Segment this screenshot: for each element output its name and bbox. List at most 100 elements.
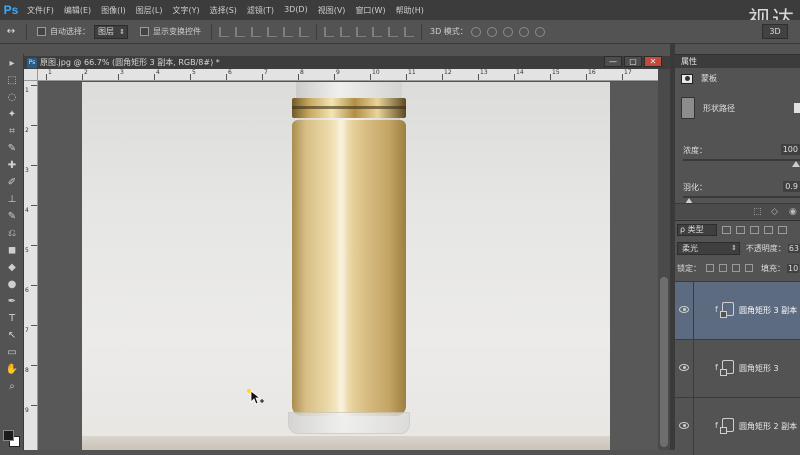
filter-type-icon[interactable]: [750, 226, 759, 234]
menu-item[interactable]: 文字(Y): [167, 5, 204, 16]
distribute-vcenter-icon[interactable]: [340, 26, 350, 37]
filter-pixel-icon[interactable]: [722, 226, 731, 234]
tool-button-icon[interactable]: ✦: [4, 108, 20, 122]
shape-path-thumbnail[interactable]: [681, 97, 695, 119]
tool-button-icon[interactable]: ◼: [4, 244, 20, 258]
layer-row[interactable]: f 圆角矩形 3: [675, 339, 800, 397]
lock-pixels-icon[interactable]: [719, 264, 727, 272]
properties-tab[interactable]: 属性: [675, 55, 800, 68]
menu-item[interactable]: 文件(F): [22, 5, 59, 16]
close-button[interactable]: ✕: [644, 56, 662, 67]
auto-select-dropdown[interactable]: 图层: [94, 24, 128, 39]
color-swatches[interactable]: [3, 430, 21, 448]
density-slider[interactable]: [683, 159, 800, 161]
density-slider-thumb[interactable]: [792, 161, 800, 167]
feather-slider[interactable]: [683, 196, 800, 198]
align-bottom-icon[interactable]: [251, 26, 261, 37]
vertical-ruler[interactable]: 1 2 3 4 5 6 7 8 9: [24, 81, 38, 450]
document-file-icon: Ps: [27, 57, 37, 68]
move-tool-preset-icon[interactable]: ↔: [0, 26, 22, 37]
tool-button-icon[interactable]: ◌: [4, 91, 20, 105]
menu-item[interactable]: 图像(I): [96, 5, 131, 16]
ruler-origin[interactable]: [24, 69, 38, 81]
vector-mask-icon[interactable]: [794, 103, 800, 113]
lock-all-icon[interactable]: [745, 264, 753, 272]
visibility-eye-icon[interactable]: [679, 364, 689, 371]
lock-position-icon[interactable]: [732, 264, 740, 272]
tool-button-icon[interactable]: ✋: [4, 363, 20, 377]
canvas-pasteboard[interactable]: [38, 82, 658, 450]
align-right-icon[interactable]: [299, 26, 309, 37]
3d-workspace-button[interactable]: 3D: [762, 24, 788, 39]
apply-mask-icon[interactable]: ◇: [771, 207, 778, 217]
tool-button-icon[interactable]: ⌕: [4, 380, 20, 394]
auto-select-checkbox[interactable]: [37, 27, 46, 36]
tool-button-icon[interactable]: ◆: [4, 261, 20, 275]
density-value[interactable]: 100: [780, 144, 800, 155]
tool-button-icon[interactable]: ✚: [4, 159, 20, 173]
foreground-color-swatch[interactable]: [3, 430, 14, 441]
opacity-input[interactable]: 63: [787, 243, 800, 253]
tool-button-icon[interactable]: ⎌: [4, 227, 20, 241]
tool-button-icon[interactable]: ✎: [4, 210, 20, 224]
3d-drag-icon[interactable]: [502, 26, 513, 37]
menu-item[interactable]: 3D(D): [279, 5, 313, 16]
visibility-eye-icon[interactable]: [679, 422, 689, 429]
align-vcenter-icon[interactable]: [235, 26, 245, 37]
3d-rotate-icon[interactable]: [470, 26, 481, 37]
tool-button-icon[interactable]: ✐: [4, 176, 20, 190]
tool-button-icon[interactable]: ▸: [4, 57, 20, 71]
filter-shape-icon[interactable]: [764, 226, 773, 234]
minimize-button[interactable]: —: [604, 56, 622, 67]
align-top-icon[interactable]: [219, 26, 229, 37]
tool-button-icon[interactable]: ↖: [4, 329, 20, 343]
menu-item[interactable]: 窗口(W): [350, 5, 390, 16]
tool-button-icon[interactable]: ✎: [4, 142, 20, 156]
mask-label: 蒙板: [701, 74, 717, 83]
blend-mode-dropdown[interactable]: 柔光: [677, 241, 740, 255]
menu-item[interactable]: 选择(S): [205, 5, 242, 16]
3d-slide-icon[interactable]: [518, 26, 529, 37]
fill-input[interactable]: 10: [787, 263, 800, 273]
distribute-left-icon[interactable]: [372, 26, 382, 37]
load-selection-icon[interactable]: ⬚: [753, 207, 762, 217]
menu-item[interactable]: 图层(L): [131, 5, 168, 16]
menu-item[interactable]: 编辑(E): [59, 5, 96, 16]
tool-button-icon[interactable]: ▭: [4, 346, 20, 360]
visibility-eye-icon[interactable]: [679, 306, 689, 313]
maximize-button[interactable]: ▢: [624, 56, 642, 67]
align-hcenter-icon[interactable]: [283, 26, 293, 37]
document-tab[interactable]: Ps 原图.jpg @ 66.7% (圆角矩形 3 副本, RGB/8#) * …: [24, 56, 670, 69]
filter-smart-object-icon[interactable]: [778, 226, 787, 234]
tool-button-icon[interactable]: T: [4, 312, 20, 326]
vertical-scrollbar[interactable]: [658, 69, 670, 450]
layer-filter-dropdown[interactable]: ρ 类型: [677, 224, 717, 236]
layer-row[interactable]: f 圆角矩形 2 副本: [675, 397, 800, 455]
horizontal-ruler[interactable]: 1 2 3 4 5 6 7 8 9 10 11 12 13 14 15 16 17: [38, 69, 658, 81]
align-left-icon[interactable]: [267, 26, 277, 37]
tool-button-icon[interactable]: ⬚: [4, 74, 20, 88]
3d-roll-icon[interactable]: [486, 26, 497, 37]
tool-button-icon[interactable]: ⊥: [4, 193, 20, 207]
divider: [693, 398, 694, 455]
layer-row[interactable]: f 圆角矩形 3 副本: [675, 281, 800, 339]
distribute-right-icon[interactable]: [404, 26, 414, 37]
tool-button-icon[interactable]: ●: [4, 278, 20, 292]
document-canvas[interactable]: [82, 82, 610, 450]
show-transform-checkbox[interactable]: [140, 27, 149, 36]
distribute-top-icon[interactable]: [324, 26, 334, 37]
3d-scale-icon[interactable]: [534, 26, 545, 37]
distribute-hcenter-icon[interactable]: [388, 26, 398, 37]
tool-button-icon[interactable]: ✒: [4, 295, 20, 309]
lock-transparency-icon[interactable]: [706, 264, 714, 272]
menu-item[interactable]: 帮助(H): [391, 5, 429, 16]
visibility-toggle-icon[interactable]: ◉: [789, 207, 797, 217]
feather-value[interactable]: 0.9: [783, 181, 800, 192]
menu-item[interactable]: 滤镜(T): [242, 5, 279, 16]
mask-icon[interactable]: [681, 73, 693, 84]
tool-button-icon[interactable]: ⌗: [4, 125, 20, 139]
scrollbar-thumb[interactable]: [660, 277, 668, 447]
menu-item[interactable]: 视图(V): [313, 5, 351, 16]
filter-adjustment-icon[interactable]: [736, 226, 745, 234]
distribute-bottom-icon[interactable]: [356, 26, 366, 37]
